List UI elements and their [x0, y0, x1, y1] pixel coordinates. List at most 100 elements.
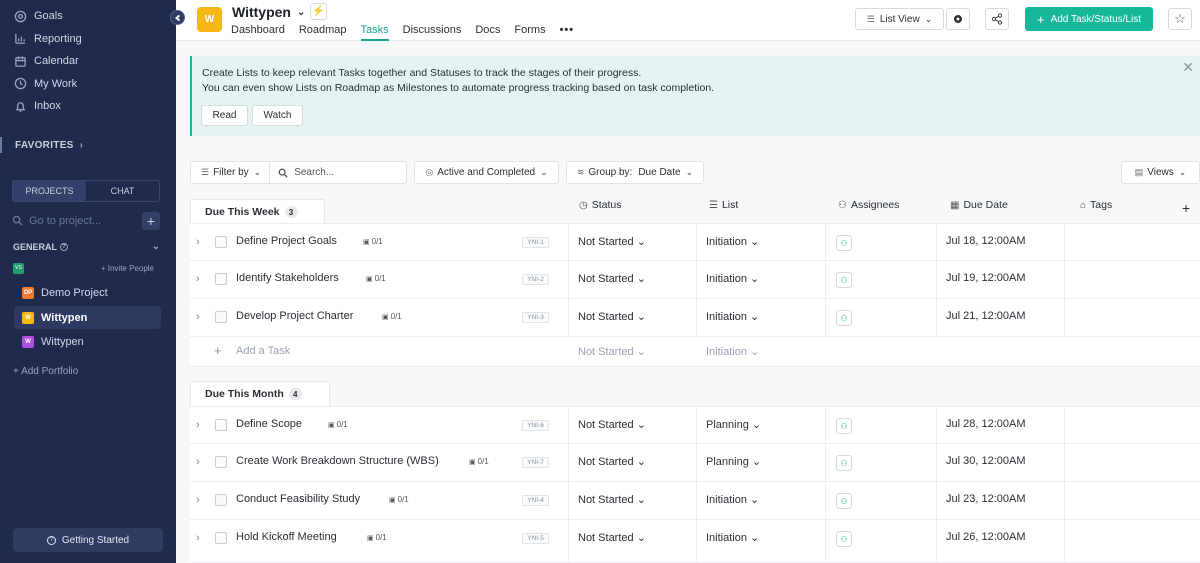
add-task-list[interactable]: Initiation ⌄ [706, 345, 759, 358]
sidebar-item-calendar[interactable]: Calendar [0, 50, 176, 73]
column-header-due-date[interactable]: ▦ Due Date [950, 199, 1008, 211]
share-button[interactable] [985, 8, 1009, 30]
tab-dashboard[interactable]: Dashboard [231, 22, 285, 41]
tab-forms[interactable]: Forms [514, 22, 545, 41]
general-section-header[interactable]: GENERAL ? ⌄ [13, 241, 160, 252]
segment-projects[interactable]: PROJECTS [13, 181, 86, 201]
expand-chevron-icon[interactable]: › [196, 456, 200, 468]
add-assignee-button[interactable]: ⚇ [836, 272, 852, 288]
active-completed-dropdown[interactable]: ◎ Active and Completed ⌄ [414, 161, 559, 184]
column-header-tags[interactable]: ⌂ Tags [1080, 199, 1112, 211]
list-dropdown[interactable]: Initiation ⌄ [706, 531, 759, 544]
due-date[interactable]: Jul 23, 12:00AM [946, 493, 1026, 505]
task-checkbox[interactable] [215, 456, 227, 468]
favorite-star-button[interactable]: ☆ [1168, 8, 1192, 30]
add-assignee-button[interactable]: ⚇ [836, 418, 852, 434]
list-dropdown[interactable]: Initiation ⌄ [706, 310, 759, 323]
status-dropdown[interactable]: Not Started ⌄ [578, 455, 646, 468]
task-name[interactable]: Develop Project Charter [236, 310, 353, 322]
tab-tasks[interactable]: Tasks [360, 22, 389, 41]
add-assignee-button[interactable]: ⚇ [836, 493, 852, 509]
column-header-list[interactable]: ☰ List [709, 199, 738, 211]
task-name[interactable]: Define Project Goals [236, 235, 337, 247]
tab-roadmap[interactable]: Roadmap [299, 22, 347, 41]
group-tab-due-this-month[interactable]: Due This Month 4 [190, 381, 330, 406]
due-date[interactable]: Jul 30, 12:00AM [946, 455, 1026, 467]
list-dropdown[interactable]: Planning ⌄ [706, 418, 761, 431]
add-column-button[interactable]: + [1182, 200, 1190, 216]
expand-chevron-icon[interactable]: › [196, 236, 200, 248]
due-date[interactable]: Jul 19, 12:00AM [946, 272, 1026, 284]
add-assignee-button[interactable]: ⚇ [836, 455, 852, 471]
sidebar-item-reporting[interactable]: Reporting [0, 28, 176, 51]
group-by-dropdown[interactable]: ≋ Group by: Due Date ⌄ [566, 161, 704, 184]
task-checkbox[interactable] [215, 273, 227, 285]
sidebar-project-demo[interactable]: DP Demo Project [14, 281, 161, 304]
add-assignee-button[interactable]: ⚇ [836, 235, 852, 251]
expand-chevron-icon[interactable]: › [196, 419, 200, 431]
task-name[interactable]: Hold Kickoff Meeting [236, 531, 337, 543]
segment-chat[interactable]: CHAT [86, 181, 159, 201]
goto-project-input[interactable]: Go to project... [29, 215, 142, 227]
add-task-link[interactable]: Add a Task [236, 345, 290, 357]
list-dropdown[interactable]: Initiation ⌄ [706, 272, 759, 285]
expand-chevron-icon[interactable]: › [196, 311, 200, 323]
task-name[interactable]: Conduct Feasibility Study [236, 493, 360, 505]
collapse-sidebar-button[interactable] [170, 10, 185, 25]
table-row[interactable]: › Conduct Feasibility Study ▣ 0/1 YNI-4 N… [190, 482, 1200, 520]
task-name[interactable]: Create Work Breakdown Structure (WBS) [236, 455, 439, 467]
column-header-status[interactable]: ◷ Status [579, 199, 622, 211]
filter-button[interactable]: ☰ Filter by ⌄ [191, 162, 271, 183]
project-title-dropdown[interactable]: Wittypen ⌄ [232, 4, 305, 20]
sidebar-item-goals[interactable]: Goals [0, 5, 176, 28]
sidebar-item-my-work[interactable]: My Work [0, 73, 176, 96]
views-dropdown[interactable]: ▤ Views ⌄ [1121, 161, 1200, 184]
list-dropdown[interactable]: Initiation ⌄ [706, 235, 759, 248]
due-date[interactable]: Jul 21, 12:00AM [946, 310, 1026, 322]
add-task-status-list-button[interactable]: + Add Task/Status/List [1025, 7, 1153, 31]
task-checkbox[interactable] [215, 311, 227, 323]
table-row[interactable]: › Define Scope ▣ 0/1 YNI-6 Not Started ⌄ … [190, 406, 1200, 444]
tab-more[interactable]: ••• [560, 22, 575, 41]
status-dropdown[interactable]: Not Started ⌄ [578, 310, 646, 323]
watch-button[interactable]: Watch [252, 105, 303, 126]
add-task-status[interactable]: Not Started ⌄ [578, 345, 646, 358]
task-checkbox[interactable] [215, 236, 227, 248]
add-portfolio-link[interactable]: + Add Portfolio [13, 366, 78, 377]
close-icon[interactable]: ✕ [1182, 59, 1194, 76]
add-assignee-button[interactable]: ⚇ [836, 310, 852, 326]
invite-people-link[interactable]: + Invite People [101, 264, 154, 273]
task-name[interactable]: Identify Stakeholders [236, 272, 339, 284]
sidebar-project-wittypen[interactable]: W Wittypen [14, 330, 161, 353]
sidebar-item-inbox[interactable]: Inbox [0, 95, 176, 118]
add-assignee-button[interactable]: ⚇ [836, 531, 852, 547]
task-name[interactable]: Define Scope [236, 418, 302, 430]
due-date[interactable]: Jul 26, 12:00AM [946, 531, 1026, 543]
read-button[interactable]: Read [201, 105, 248, 126]
list-dropdown[interactable]: Planning ⌄ [706, 455, 761, 468]
tab-discussions[interactable]: Discussions [403, 22, 462, 41]
tab-docs[interactable]: Docs [475, 22, 500, 41]
getting-started-button[interactable]: ? Getting Started [13, 528, 163, 552]
expand-chevron-icon[interactable]: › [196, 273, 200, 285]
automation-button[interactable]: ⚡ [310, 3, 327, 20]
add-task-row[interactable]: + Add a Task Not Started ⌄ Initiation ⌄ [190, 337, 1200, 367]
add-project-button[interactable]: + [142, 212, 160, 230]
favorites-toggle[interactable]: FAVORITES › [0, 137, 176, 153]
status-dropdown[interactable]: Not Started ⌄ [578, 235, 646, 248]
task-checkbox[interactable] [215, 532, 227, 544]
expand-chevron-icon[interactable]: › [196, 532, 200, 544]
expand-chevron-icon[interactable]: › [196, 494, 200, 506]
task-checkbox[interactable] [215, 419, 227, 431]
table-row[interactable]: › Identify Stakeholders ▣ 0/1 YNI-2 Not S… [190, 261, 1200, 299]
status-dropdown[interactable]: Not Started ⌄ [578, 418, 646, 431]
due-date[interactable]: Jul 18, 12:00AM [946, 235, 1026, 247]
status-dropdown[interactable]: Not Started ⌄ [578, 272, 646, 285]
group-tab-due-this-week[interactable]: Due This Week 3 [190, 199, 325, 224]
table-row[interactable]: › Define Project Goals ▣ 0/1 YNI-1 Not St… [190, 223, 1200, 261]
table-row[interactable]: › Develop Project Charter ▣ 0/1 YNI-3 Not… [190, 299, 1200, 337]
status-dropdown[interactable]: Not Started ⌄ [578, 493, 646, 506]
status-dropdown[interactable]: Not Started ⌄ [578, 531, 646, 544]
column-header-assignees[interactable]: ⚇ Assignees [838, 199, 899, 211]
table-row[interactable]: › Create Work Breakdown Structure (WBS) … [190, 444, 1200, 482]
